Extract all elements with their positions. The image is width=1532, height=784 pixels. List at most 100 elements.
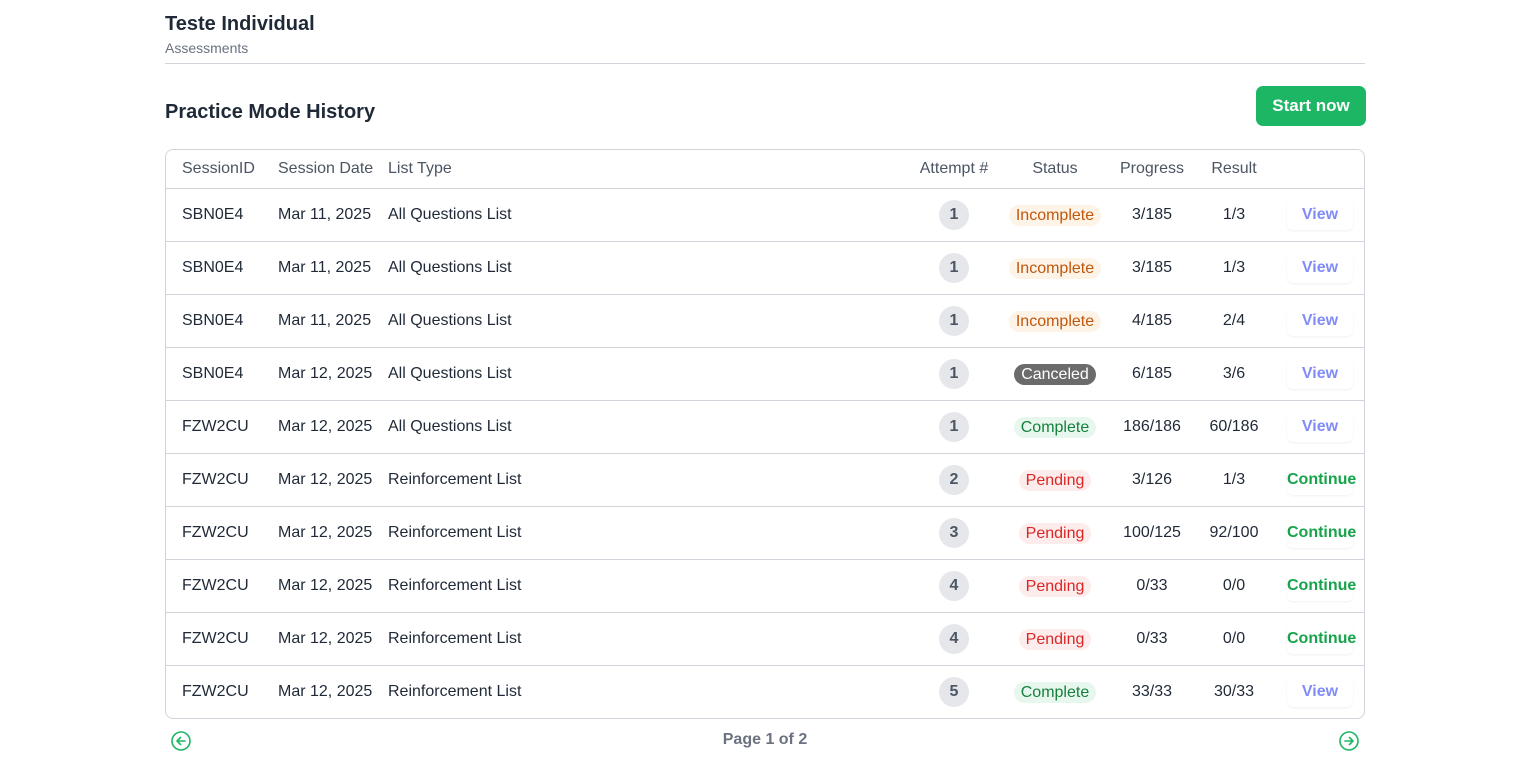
list-type-cell: All Questions List — [388, 347, 908, 401]
arrow-right-circle-icon[interactable] — [1338, 730, 1360, 752]
history-table: SessionID Session Date List Type Attempt… — [166, 150, 1364, 719]
attempt-badge: 4 — [939, 624, 969, 654]
action-cell: Continue — [1274, 559, 1364, 613]
column-header-status: Status — [1000, 150, 1110, 189]
action-cell: View — [1274, 294, 1364, 348]
history-table-container: SessionID Session Date List Type Attempt… — [165, 149, 1365, 719]
column-header-session-date: Session Date — [278, 150, 388, 189]
column-header-result: Result — [1194, 150, 1274, 189]
progress-cell: 3/185 — [1110, 188, 1194, 242]
attempt-cell: 2 — [908, 453, 1000, 507]
attempt-cell: 4 — [908, 612, 1000, 666]
session-date-cell: Mar 12, 2025 — [278, 506, 388, 560]
status-badge: Pending — [1018, 469, 1092, 491]
result-cell: 92/100 — [1194, 506, 1274, 560]
column-header-list-type: List Type — [388, 150, 908, 189]
action-cell: View — [1274, 666, 1364, 719]
action-cell: View — [1274, 347, 1364, 401]
result-cell: 1/3 — [1194, 453, 1274, 507]
progress-cell: 100/125 — [1110, 506, 1194, 560]
attempt-badge: 1 — [939, 359, 969, 389]
view-button[interactable]: View — [1287, 306, 1353, 336]
progress-cell: 3/185 — [1110, 241, 1194, 295]
list-type-cell: All Questions List — [388, 188, 908, 242]
continue-button[interactable]: Continue — [1287, 624, 1356, 654]
list-type-cell: Reinforcement List — [388, 506, 908, 560]
attempt-badge: 1 — [939, 253, 969, 283]
progress-cell: 0/33 — [1110, 559, 1194, 613]
status-badge: Pending — [1018, 522, 1092, 544]
result-cell: 60/186 — [1194, 400, 1274, 454]
list-type-cell: Reinforcement List — [388, 612, 908, 666]
status-cell: Pending — [1000, 559, 1110, 613]
status-badge: Complete — [1013, 681, 1097, 703]
session-id-cell: SBN0E4 — [166, 294, 278, 348]
session-id-cell: FZW2CU — [166, 506, 278, 560]
start-now-button[interactable]: Start now — [1256, 86, 1366, 126]
progress-cell: 4/185 — [1110, 294, 1194, 348]
attempt-badge: 1 — [939, 412, 969, 442]
status-cell: Pending — [1000, 453, 1110, 507]
progress-cell: 33/33 — [1131, 683, 1173, 700]
action-cell: View — [1274, 241, 1364, 295]
view-button[interactable]: View — [1287, 412, 1353, 442]
list-type-cell: All Questions List — [388, 241, 908, 295]
status-cell: Incomplete — [1000, 294, 1110, 348]
status-cell: Pending — [1000, 612, 1110, 666]
continue-button[interactable]: Continue — [1287, 571, 1356, 601]
list-type-cell: Reinforcement List — [388, 453, 908, 507]
status-cell: Incomplete — [1000, 241, 1110, 295]
status-cell: Complete — [1000, 400, 1110, 454]
status-badge: Pending — [1018, 575, 1092, 597]
status-cell: Canceled — [1000, 347, 1110, 401]
status-cell: Complete — [1000, 666, 1110, 719]
result-cell: 1/3 — [1194, 188, 1274, 242]
result-cell: 0/0 — [1194, 559, 1274, 613]
continue-button[interactable]: Continue — [1287, 465, 1356, 495]
attempt-cell: 1 — [908, 241, 1000, 295]
result-cell: 30/33 — [1213, 683, 1255, 700]
attempt-cell: 3 — [908, 506, 1000, 560]
view-button[interactable]: View — [1287, 200, 1353, 230]
attempt-badge: 5 — [939, 677, 969, 707]
result-cell: 2/4 — [1194, 294, 1274, 348]
attempt-badge: 4 — [939, 571, 969, 601]
session-date-cell: Mar 12, 2025 — [278, 400, 388, 454]
table-row: FZW2CU Mar 12, 2025 All Questions List 1 Com… — [166, 400, 1364, 454]
session-id-cell: FZW2CU — [166, 559, 278, 613]
page-header: Teste Individual Assessments — [165, 0, 1365, 64]
attempt-cell: 1 — [908, 400, 1000, 454]
pagination: Page 1 of 2 — [165, 719, 1365, 763]
attempt-cell: 1 — [908, 347, 1000, 401]
list-type-cell: Reinforcement List — [388, 683, 522, 700]
table-row: SBN0E4 Mar 11, 2025 All Questions List 1 Inc… — [166, 294, 1364, 348]
section-header: Practice Mode History Start now — [165, 64, 1366, 149]
view-button[interactable]: View — [1287, 359, 1353, 389]
status-badge: Pending — [1018, 628, 1092, 650]
status-badge: Incomplete — [1008, 257, 1102, 279]
action-cell: Continue — [1274, 506, 1364, 560]
continue-button[interactable]: Continue — [1287, 518, 1356, 548]
table-header-row: SessionID Session Date List Type Attempt… — [166, 150, 1364, 189]
view-button[interactable]: View — [1287, 253, 1353, 283]
result-cell: 3/6 — [1194, 347, 1274, 401]
status-badge: Canceled — [1014, 363, 1096, 385]
column-header-progress: Progress — [1110, 150, 1194, 189]
session-date-cell: Mar 11, 2025 — [278, 241, 388, 295]
table-row: FZW2CU Mar 12, 2025 Reinforcement List 2 Pen… — [166, 453, 1364, 507]
session-id-cell: FZW2CU — [166, 400, 278, 454]
status-cell: Pending — [1000, 506, 1110, 560]
attempt-cell: 4 — [908, 559, 1000, 613]
attempt-cell: 1 — [908, 188, 1000, 242]
table-body: SBN0E4 Mar 11, 2025 All Questions List 1 Inc… — [166, 188, 1364, 719]
attempt-badge: 2 — [939, 465, 969, 495]
action-cell: Continue — [1274, 612, 1364, 666]
progress-cell: 3/126 — [1110, 453, 1194, 507]
list-type-cell: Reinforcement List — [388, 559, 908, 613]
table-row: SBN0E4 Mar 12, 2025 All Questions List 1 Can… — [166, 347, 1364, 401]
progress-cell: 0/33 — [1110, 612, 1194, 666]
list-type-cell: All Questions List — [388, 400, 908, 454]
view-button[interactable]: View — [1287, 677, 1353, 707]
table-row: FZW2CU Mar 12, 2025 Reinforcement List 4 Pen… — [166, 612, 1364, 666]
session-date-cell: Mar 12, 2025 — [278, 683, 373, 700]
